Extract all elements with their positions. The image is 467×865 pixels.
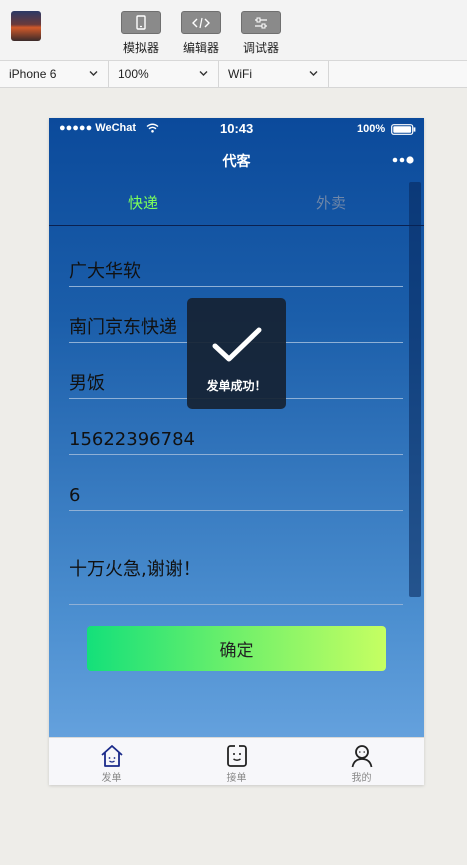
pickup-location-value: 广大华软 (69, 261, 141, 282)
wifi-icon (146, 123, 159, 133)
debugger-button[interactable]: 调试器 (231, 11, 291, 56)
tab-express[interactable]: 快递 (49, 180, 237, 225)
note-field[interactable]: 十万火急,谢谢！ (69, 556, 403, 605)
dormitory-value: 男饭 (69, 373, 105, 394)
bottom-tab-take-order-label: 接单 (226, 773, 247, 784)
tab-bar: 快递 外卖 (49, 180, 424, 226)
phone-screen: ●●●●● WeChat 10:43 100% 代客 快递 外卖 广大华软 南门… (49, 118, 424, 785)
success-toast: 发单成功！ (187, 298, 286, 409)
bottom-tab-post-order[interactable]: 发单 (49, 738, 174, 785)
tab-takeout-label: 外卖 (315, 194, 346, 212)
status-bar: ●●●●● WeChat 10:43 100% (49, 118, 424, 140)
network-select-value: WiFi (228, 67, 252, 81)
toast-message: 发单成功！ (206, 379, 267, 393)
chevron-down-icon (199, 71, 208, 76)
bottom-tab-bar: 发单 接单 我的 (49, 737, 424, 785)
phone-number-field[interactable]: 15622396784 (69, 426, 403, 455)
ide-toolbar: 模拟器 编辑器 调试器 (0, 0, 467, 61)
phone-icon (121, 11, 161, 34)
package-location-value: 南门京东快递 (69, 317, 177, 338)
user-avatar[interactable] (11, 11, 41, 41)
editor-label: 编辑器 (182, 41, 219, 55)
bottom-tab-take-order[interactable]: 接单 (174, 738, 299, 785)
chevron-down-icon (309, 71, 318, 76)
checkmark-icon (212, 327, 262, 362)
bottom-tab-profile[interactable]: 我的 (299, 738, 424, 785)
tab-takeout[interactable]: 外卖 (237, 180, 424, 225)
clipboard-face-icon (227, 745, 247, 767)
confirm-button[interactable]: 确定 (87, 626, 386, 671)
simulator-label: 模拟器 (122, 41, 159, 55)
zoom-select[interactable]: 100% (109, 61, 219, 87)
page-title: 代客 (222, 154, 251, 170)
editor-button[interactable]: 编辑器 (171, 11, 231, 56)
zoom-select-value: 100% (118, 67, 149, 81)
status-time: 10:43 (220, 121, 254, 136)
nav-bar: 代客 (49, 140, 424, 180)
carrier-text: ●●●●● WeChat (59, 122, 137, 134)
note-value: 十万火急,谢谢！ (69, 559, 201, 580)
simulator-settings-bar: iPhone 6 100% WiFi (0, 61, 467, 88)
amount-value: 6 (69, 485, 81, 506)
network-select[interactable]: WiFi (219, 61, 329, 87)
pickup-location-field[interactable]: 广大华软 (69, 258, 403, 287)
house-icon (101, 745, 123, 767)
code-icon (181, 11, 221, 34)
scrollbar[interactable] (409, 182, 421, 597)
amount-field[interactable]: 6 (69, 482, 403, 511)
tab-express-label: 快递 (127, 194, 158, 212)
battery-text: 100% (357, 123, 386, 135)
simulator-button[interactable]: 模拟器 (111, 11, 171, 56)
device-select-value: iPhone 6 (9, 67, 57, 81)
sliders-icon (241, 11, 281, 34)
device-select[interactable]: iPhone 6 (0, 61, 109, 87)
person-icon (351, 745, 373, 768)
battery-icon (391, 124, 416, 135)
phone-number-value: 15622396784 (69, 429, 195, 450)
chevron-down-icon (89, 71, 98, 76)
more-options-icon[interactable] (392, 155, 414, 165)
confirm-label: 确定 (219, 641, 254, 661)
bottom-tab-post-order-label: 发单 (101, 773, 122, 784)
debugger-label: 调试器 (242, 41, 279, 55)
bottom-tab-profile-label: 我的 (351, 773, 372, 784)
